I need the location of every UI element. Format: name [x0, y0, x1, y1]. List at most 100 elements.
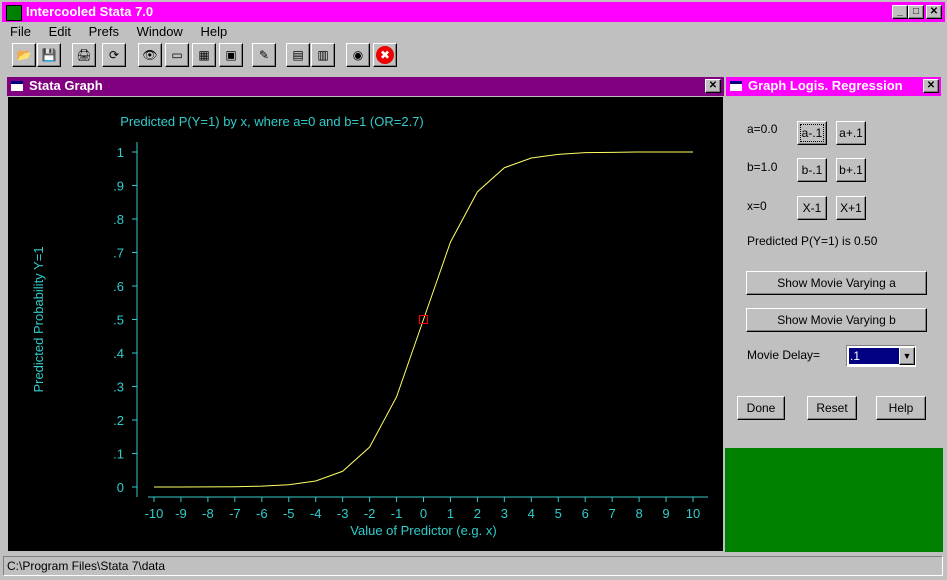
y-tick-label: .9: [113, 179, 124, 194]
dialog-titlebar: Graph Logis. Regression ✕: [726, 77, 941, 96]
x-tick-label: -2: [364, 506, 376, 521]
do-editor-icon-glyph: ▣: [225, 48, 237, 62]
menu-help[interactable]: Help: [200, 24, 227, 39]
x-tick-label: -5: [283, 506, 295, 521]
editor-icon-glyph: ✎: [258, 48, 270, 62]
b-value-label: b=1.0: [747, 160, 778, 174]
y-tick-label: 1: [117, 145, 124, 160]
do-editor-icon[interactable]: ▣: [219, 43, 243, 67]
movie-varying-b-button[interactable]: Show Movie Varying b: [746, 308, 927, 332]
more-icon[interactable]: ◉: [346, 43, 370, 67]
y-axis-label: Predicted Probability Y=1: [31, 246, 46, 392]
movie-varying-a-button[interactable]: Show Movie Varying a: [746, 271, 927, 295]
status-bar: C:\Program Files\Stata 7\data: [3, 556, 943, 576]
window-icon: [730, 81, 742, 91]
open-icon[interactable]: 📂: [12, 43, 36, 67]
a-value-label: a=0.0: [747, 122, 778, 136]
x-tick-label: 9: [662, 506, 669, 521]
data-browser-icon[interactable]: ▥: [311, 43, 335, 67]
dialog-window: Graph Logis. Regression ✕ a=0.0 a-.1 a+.…: [724, 76, 943, 448]
x-tick-label: 0: [420, 506, 427, 521]
status-path: C:\Program Files\Stata 7\data: [7, 559, 166, 573]
chevron-down-icon[interactable]: ▼: [899, 347, 915, 365]
x-tick-label: -8: [202, 506, 214, 521]
dialog-title: Graph Logis. Regression: [748, 78, 903, 93]
graph-canvas: Predicted P(Y=1) by x, where a=0 and b=1…: [8, 97, 723, 551]
logistic-chart: Predicted P(Y=1) by x, where a=0 and b=1…: [31, 114, 708, 538]
viewer-icon[interactable]: 👁: [138, 43, 162, 67]
menu-window[interactable]: Window: [137, 24, 183, 39]
probability-curve: [153, 151, 693, 488]
y-tick-label: .1: [113, 447, 124, 462]
x-minus-button[interactable]: X-1: [797, 196, 827, 220]
log-icon-glyph: ⟳: [108, 48, 120, 62]
editor-icon[interactable]: ✎: [252, 43, 276, 67]
open-icon-glyph: 📂: [16, 48, 32, 62]
menu-edit[interactable]: Edit: [49, 24, 71, 39]
x-tick-label: -10: [145, 506, 164, 521]
movie-delay-value: .1: [849, 348, 900, 364]
b-plus-button[interactable]: b+.1: [836, 158, 866, 182]
y-tick-label: .4: [113, 346, 124, 361]
log-icon[interactable]: ⟳: [102, 43, 126, 67]
graph-window-titlebar: Stata Graph ✕: [7, 77, 724, 96]
print-icon[interactable]: 🖨: [72, 43, 96, 67]
reset-button[interactable]: Reset: [807, 396, 857, 420]
y-tick-label: .2: [113, 413, 124, 428]
x-tick-label: 3: [501, 506, 508, 521]
graph-window: Stata Graph ✕ Predicted P(Y=1) by x, whe…: [5, 76, 724, 553]
y-tick-label: 0: [117, 480, 124, 495]
more-icon-glyph: ◉: [352, 48, 364, 62]
minimize-button[interactable]: _: [892, 5, 908, 19]
chart-title: Predicted P(Y=1) by x, where a=0 and b=1…: [120, 114, 424, 129]
x-plus-button[interactable]: X+1: [836, 196, 866, 220]
done-button[interactable]: Done: [737, 396, 785, 420]
close-button[interactable]: ✕: [926, 5, 942, 19]
x-tick-label: 4: [528, 506, 535, 521]
y-tick-label: .3: [113, 380, 124, 395]
data-editor-icon-glyph: ▤: [292, 48, 304, 62]
results-icon[interactable]: ▭: [165, 43, 189, 67]
x-tick-label: 6: [582, 506, 589, 521]
graph-icon[interactable]: ▦: [192, 43, 216, 67]
graph-close-button[interactable]: ✕: [705, 79, 721, 93]
a-plus-button[interactable]: a+.1: [836, 121, 866, 145]
x-tick-label: -6: [256, 506, 268, 521]
x-tick-label: 1: [447, 506, 454, 521]
results-icon-glyph: ▭: [171, 48, 183, 62]
x-value-label: x=0: [747, 199, 767, 213]
x-axis-label: Value of Predictor (e.g. x): [350, 523, 496, 538]
graph-icon-glyph: ▦: [198, 48, 210, 62]
save-icon[interactable]: 💾: [37, 43, 61, 67]
window-icon: [11, 81, 23, 91]
x-tick-label: -3: [337, 506, 349, 521]
movie-delay-select[interactable]: .1 ▼: [846, 345, 916, 367]
x-tick-label: -1: [391, 506, 403, 521]
y-tick-label: .5: [113, 313, 124, 328]
app-icon: [6, 5, 22, 21]
x-tick-label: 10: [686, 506, 700, 521]
x-tick-label: -9: [175, 506, 187, 521]
y-tick-label: .6: [113, 279, 124, 294]
predicted-probability-text: Predicted P(Y=1) is 0.50: [747, 234, 878, 248]
background-panel: [725, 448, 943, 552]
data-editor-icon[interactable]: ▤: [286, 43, 310, 67]
help-button[interactable]: Help: [876, 396, 926, 420]
save-icon-glyph: 💾: [41, 48, 57, 62]
data-browser-icon-glyph: ▥: [317, 48, 329, 62]
break-icon[interactable]: ✖: [373, 43, 397, 67]
maximize-button[interactable]: □: [908, 5, 924, 19]
x-tick-label: 5: [555, 506, 562, 521]
y-tick-label: .8: [113, 212, 124, 227]
b-minus-button[interactable]: b-.1: [797, 158, 827, 182]
print-icon-glyph: 🖨: [76, 48, 92, 62]
break-icon-glyph: ✖: [376, 46, 394, 64]
menu-prefs[interactable]: Prefs: [89, 24, 119, 39]
x-tick-label: 2: [474, 506, 481, 521]
menu-file[interactable]: File: [10, 24, 31, 39]
app-title: Intercooled Stata 7.0: [26, 4, 154, 19]
dialog-close-button[interactable]: ✕: [923, 79, 939, 93]
a-minus-button[interactable]: a-.1: [797, 121, 827, 145]
graph-window-title: Stata Graph: [29, 78, 103, 93]
x-tick-label: -7: [229, 506, 241, 521]
